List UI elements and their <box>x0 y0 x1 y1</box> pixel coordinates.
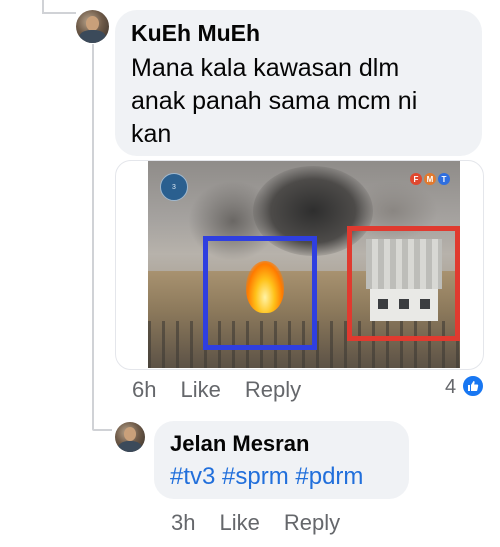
avatar-face <box>124 427 136 441</box>
avatar[interactable] <box>115 422 145 452</box>
reply-actions: 3h Like Reply <box>171 510 340 536</box>
fmt-logo-letter: F <box>410 173 422 185</box>
reply-bubble: Jelan Mesran #tv3 #sprm #pdrm <box>154 421 409 499</box>
red-highlight-box <box>347 226 460 341</box>
comment-author[interactable]: KuEh MuEh <box>131 20 260 47</box>
avatar-face <box>85 15 100 31</box>
avatar-shirt <box>79 30 106 43</box>
reply-hashtags[interactable]: #tv3 #sprm #pdrm <box>170 463 363 491</box>
image-attachment[interactable]: 3 F M T <box>115 160 484 370</box>
like-button[interactable]: Like <box>219 510 259 536</box>
comment-actions: 6h Like Reply <box>132 377 301 403</box>
thread-connector-top <box>42 0 44 12</box>
reply-author[interactable]: Jelan Mesran <box>170 431 309 457</box>
reaction-count[interactable]: 4 <box>445 376 456 399</box>
thread-connector-reply-elbow <box>92 429 112 431</box>
fmt-logo: F M T <box>410 173 450 185</box>
avatar-shirt <box>118 440 142 452</box>
comment-bubble: KuEh MuEh Mana kala kawasan dlm anak pan… <box>115 10 482 156</box>
comment-text: Mana kala kawasan dlm anak panah sama mc… <box>131 52 417 151</box>
like-button[interactable]: Like <box>180 377 220 403</box>
blue-highlight-box <box>203 236 317 350</box>
fmt-logo-letter: T <box>438 173 450 185</box>
avatar[interactable] <box>76 10 109 43</box>
thread-connector-main <box>92 44 94 429</box>
reply-button[interactable]: Reply <box>284 510 340 536</box>
comment-text-line: anak panah sama mcm ni <box>131 87 418 115</box>
fmt-logo-letter: M <box>424 173 436 185</box>
attached-photo[interactable]: 3 F M T <box>148 161 460 368</box>
thumbs-up-icon[interactable] <box>461 374 485 398</box>
comment-text-line: kan <box>131 120 172 148</box>
comment-timestamp[interactable]: 6h <box>132 377 156 403</box>
reply-timestamp[interactable]: 3h <box>171 510 195 536</box>
reply-button[interactable]: Reply <box>245 377 301 403</box>
channel-logo-left: 3 <box>160 173 188 201</box>
thread-connector-top-elbow <box>42 12 76 14</box>
comment-text-line: Mana kala kawasan dlm <box>131 54 400 82</box>
